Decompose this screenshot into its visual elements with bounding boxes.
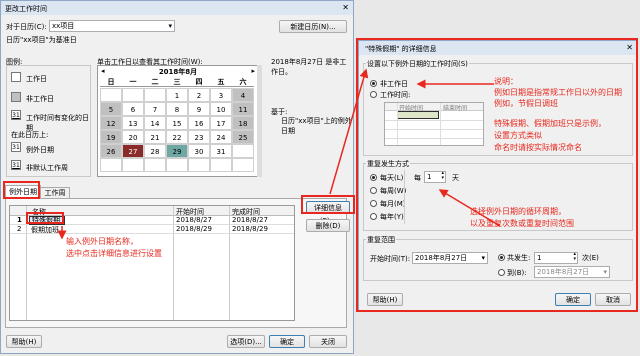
annotation-note-4: 输入例外日期名称， 选中点击详细信息进行设置 bbox=[66, 236, 162, 260]
note4-line: 选中点击详细信息进行设置 bbox=[66, 249, 162, 258]
note3-line: 以及重复次数或重复时间范围 bbox=[470, 219, 574, 228]
annotation-note-1: 说明： 例如日期是指常规工作日以外的日期 例如，节假日调班 bbox=[494, 76, 622, 109]
arrow-details-to-dialog bbox=[329, 68, 369, 195]
annotation-note-2: 特殊假期、假期加班只是示例， 设置方式类似 命名时请按实际情况命名 bbox=[494, 118, 606, 154]
note1-line: 说明： bbox=[494, 77, 518, 86]
note3-line: 选择例外日期的循环周期， bbox=[470, 207, 566, 216]
annotation-note-3: 选择例外日期的循环周期， 以及重复次数或重复时间范围 bbox=[470, 206, 574, 230]
note2-line: 特殊假期、假期加班只是示例， bbox=[494, 119, 606, 128]
note2-line: 设置方式类似 bbox=[494, 131, 542, 140]
annotation-arrows bbox=[57, 68, 501, 240]
note2-line: 命名时请按实际情况命名 bbox=[494, 143, 582, 152]
note1-line: 例如，节假日调班 bbox=[494, 99, 558, 108]
note1-line: 例如日期是指常规工作日以外的日期 bbox=[494, 88, 622, 97]
note4-line: 输入例外日期名称， bbox=[66, 237, 138, 246]
